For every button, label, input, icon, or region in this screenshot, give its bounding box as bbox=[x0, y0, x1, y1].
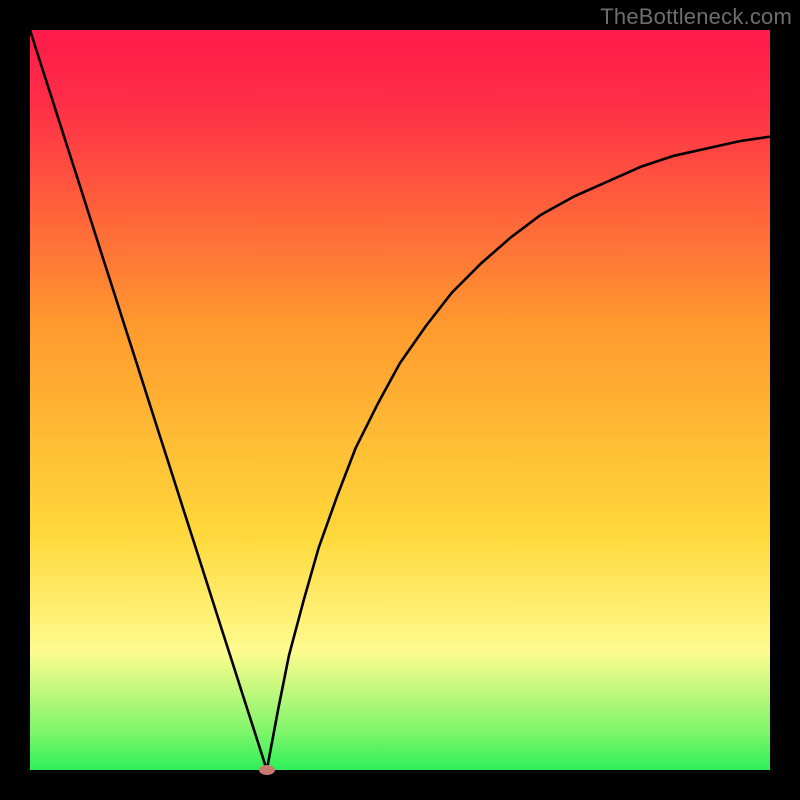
chart-frame: TheBottleneck.com bbox=[0, 0, 800, 800]
bottleneck-curve bbox=[30, 30, 770, 770]
optimal-point-marker bbox=[259, 765, 275, 775]
left-branch-path bbox=[30, 30, 267, 770]
right-branch-path bbox=[267, 137, 770, 770]
watermark-text: TheBottleneck.com bbox=[600, 4, 792, 30]
plot-area bbox=[30, 30, 770, 770]
